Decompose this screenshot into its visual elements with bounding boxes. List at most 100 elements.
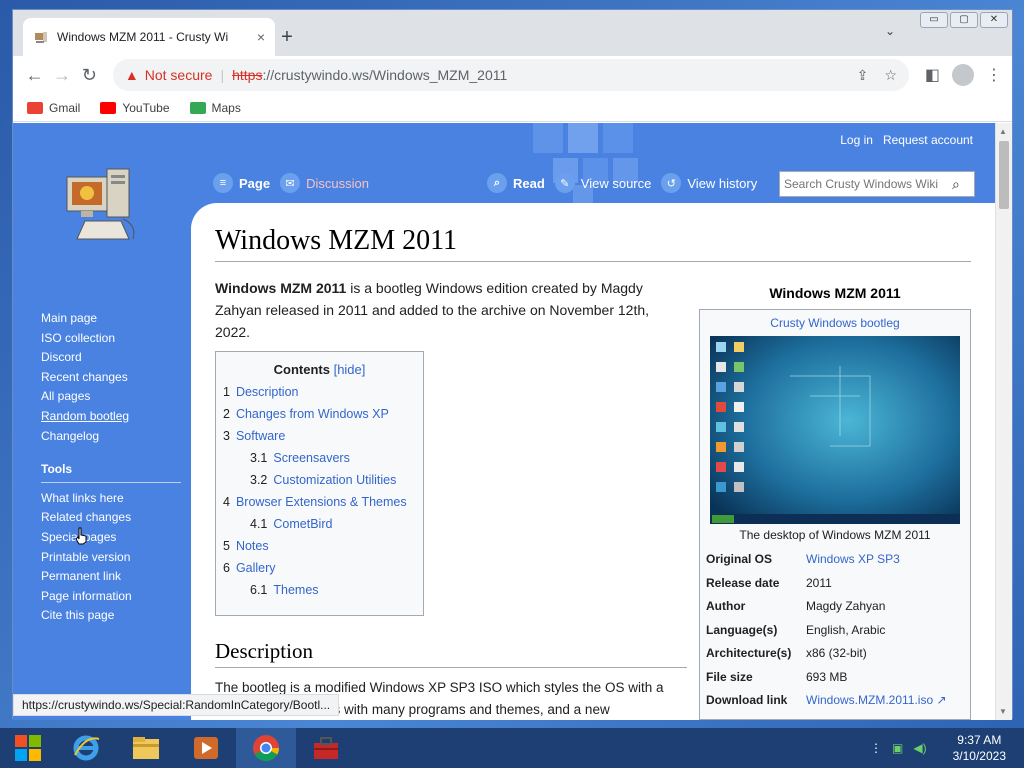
toc-item[interactable]: 3.1 Screensavers	[223, 447, 423, 469]
toc-item[interactable]: 6 Gallery	[223, 557, 423, 579]
sidebar-item-special-pages[interactable]: Special pages	[41, 528, 181, 548]
section-heading: Description	[215, 639, 687, 668]
active-tab[interactable]: Windows MZM 2011 - Crusty Wi ×	[23, 18, 275, 56]
page-viewport: Log in Request account ≡ Page ✉ Discussi…	[13, 123, 995, 720]
scroll-down-icon[interactable]: ▼	[999, 707, 1007, 716]
minimize-button[interactable]: ▭	[920, 12, 948, 28]
side-panel-icon[interactable]: ◧	[925, 65, 940, 85]
toc-item[interactable]: 4.1 CometBird	[223, 513, 423, 535]
sidebar-item-random-bootleg[interactable]: Random bootleg	[41, 407, 181, 427]
edit-icon: ✎	[554, 173, 575, 193]
taskbar-explorer[interactable]	[116, 728, 176, 768]
volume-icon[interactable]: ◀)	[913, 741, 926, 755]
scroll-thumb[interactable]	[999, 141, 1009, 209]
desktop-screenshot-image[interactable]	[710, 336, 960, 524]
reload-icon[interactable]: ↻	[78, 61, 101, 89]
browser-window: Windows MZM 2011 - Crusty Wi × + ⌄ ▭ ▢ ✕…	[12, 9, 1013, 720]
infobox-row: File size 693 MB	[706, 669, 848, 684]
profile-avatar-icon[interactable]	[952, 64, 975, 86]
tab-search-icon[interactable]: ⌄	[885, 24, 895, 38]
toc-title-row: Contents [hide]	[216, 352, 423, 377]
tab-view-source[interactable]: ✎ View source	[554, 173, 651, 193]
sidebar-item-main-page[interactable]: Main page	[41, 309, 181, 329]
media-player-icon	[194, 737, 218, 759]
forward-icon[interactable]: →	[50, 61, 73, 89]
toc-item[interactable]: 6.1 Themes	[223, 579, 423, 601]
menu-kebab-icon[interactable]: ⋮	[986, 65, 1002, 85]
page-scrollbar[interactable]: ▲ ▼	[995, 123, 1012, 720]
warning-icon[interactable]: ▲	[125, 67, 139, 83]
sidebar-item-related-changes[interactable]: Related changes	[41, 508, 181, 528]
toc-item[interactable]: 1 Description	[223, 381, 423, 403]
tab-view-history[interactable]: ↺ View history	[661, 173, 757, 193]
taskbar-media-player[interactable]	[176, 728, 236, 768]
infobox-row: Download link Windows.MZM.2011.iso ↗	[706, 693, 947, 707]
tab-label: Discussion	[306, 175, 369, 191]
share-icon[interactable]: ⇪	[857, 67, 869, 84]
toc-item[interactable]: 3 Software	[223, 425, 423, 447]
bookmarks-bar: Gmail YouTube Maps	[13, 94, 1012, 122]
toc-item[interactable]: 3.2 Customization Utilities	[223, 469, 423, 491]
browser-toolbar: ← → ↻ ▲ Not secure | https ://crustywind…	[13, 56, 1012, 94]
maximize-button[interactable]: ▢	[950, 12, 978, 28]
toc-item[interactable]: 5 Notes	[223, 535, 423, 557]
sidebar-item-changelog[interactable]: Changelog	[41, 427, 181, 447]
table-of-contents: Contents [hide] 1 Description 2 Changes fr…	[215, 351, 424, 616]
request-account-link[interactable]: Request account	[883, 133, 973, 147]
tray-overflow-icon[interactable]: ⋮	[870, 741, 882, 755]
tab-read[interactable]: ⌕ Read	[487, 173, 545, 193]
tab-discussion[interactable]: ✉ Discussion	[280, 173, 369, 193]
url-text: ://crustywindo.ws/Windows_MZM_2011	[262, 67, 508, 83]
search-icon[interactable]: ⌕	[952, 176, 960, 193]
address-bar[interactable]: ▲ Not secure | https ://crustywindo.ws/W…	[112, 59, 909, 91]
infobox-row: Original OS Windows XP SP3	[706, 552, 900, 566]
toolbar-right: ◧ ⋮	[925, 64, 1002, 86]
crusty-windows-link[interactable]: Crusty Windows	[770, 316, 857, 330]
sidebar-item-recent-changes[interactable]: Recent changes	[41, 368, 181, 388]
search-input[interactable]	[784, 177, 952, 191]
network-icon[interactable]: ▣	[892, 741, 903, 755]
bookmark-youtube[interactable]: YouTube	[100, 101, 170, 115]
sidebar-item-page-information[interactable]: Page information	[41, 587, 181, 607]
tools-header: Tools	[41, 460, 181, 483]
tab-close-icon[interactable]: ×	[257, 29, 265, 45]
infobox-title: Windows MZM 2011	[769, 285, 901, 301]
back-icon[interactable]: ←	[23, 61, 46, 89]
bookmark-maps[interactable]: Maps	[189, 100, 241, 115]
clock[interactable]: 9:37 AM 3/10/2023	[953, 732, 1006, 764]
youtube-icon	[100, 101, 117, 114]
sidebar-item-printable-version[interactable]: Printable version	[41, 548, 181, 568]
taskbar-toolbox[interactable]	[296, 728, 356, 768]
omnibox-separator: |	[220, 67, 225, 83]
toolbox-icon	[314, 737, 338, 759]
sidebar-item-what-links-here[interactable]: What links here	[41, 489, 181, 509]
toc-item[interactable]: 4 Browser Extensions & Themes	[223, 491, 423, 513]
toc-item[interactable]: 2 Changes from Windows XP	[223, 403, 423, 425]
sidebar: Main page ISO collection Discord Recent …	[41, 309, 181, 626]
tab-strip: Windows MZM 2011 - Crusty Wi × + ⌄ ▭ ▢ ✕	[13, 10, 1012, 56]
start-button[interactable]	[0, 728, 56, 768]
bookmark-label: Maps	[211, 100, 241, 115]
bookmark-star-icon[interactable]: ☆	[884, 67, 897, 84]
new-tab-button[interactable]: +	[275, 24, 299, 50]
scroll-up-icon[interactable]: ▲	[999, 127, 1007, 136]
page-icon: ≡	[213, 173, 233, 193]
chrome-icon	[253, 735, 280, 762]
intro-bold: Windows MZM 2011	[215, 280, 347, 296]
sidebar-item-permanent-link[interactable]: Permanent link	[41, 567, 181, 587]
login-link[interactable]: Log in	[840, 133, 873, 147]
sidebar-item-iso-collection[interactable]: ISO collection	[41, 329, 181, 349]
taskbar-chrome[interactable]	[236, 728, 296, 768]
toc-hide-link[interactable]: [hide]	[334, 362, 366, 377]
sidebar-item-cite-this-page[interactable]: Cite this page	[41, 606, 181, 626]
search-lens-icon: ⌕	[487, 173, 507, 193]
taskbar-ie[interactable]	[56, 728, 116, 768]
tab-page[interactable]: ≡ Page	[213, 173, 270, 193]
sidebar-item-discord[interactable]: Discord	[41, 348, 181, 368]
security-label[interactable]: Not secure	[145, 67, 213, 83]
bookmark-gmail[interactable]: Gmail	[27, 101, 80, 115]
sidebar-item-all-pages[interactable]: All pages	[41, 387, 181, 407]
hand-cursor-icon	[75, 527, 87, 545]
infobox-subtitle: Crusty Windows bootleg	[770, 316, 900, 330]
close-button[interactable]: ✕	[980, 12, 1008, 28]
